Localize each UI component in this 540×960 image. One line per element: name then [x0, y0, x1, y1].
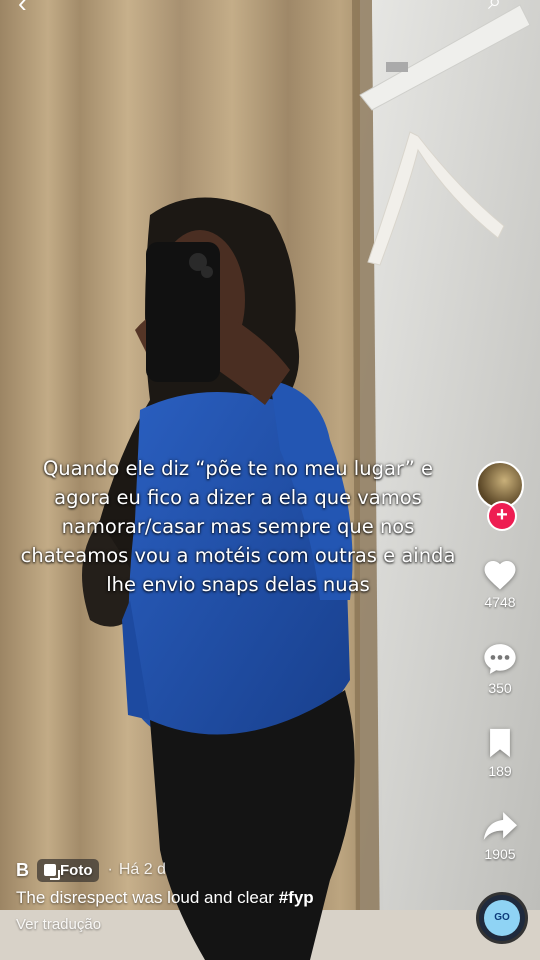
like-count: 4748: [484, 594, 516, 610]
creator-avatar[interactable]: [476, 461, 524, 509]
post-description: The disrespect was loud and clear #fyp: [16, 888, 456, 908]
search-icon[interactable]: ⌕: [488, 0, 501, 16]
comment-button[interactable]: 350: [460, 641, 540, 696]
photo-mode-badge[interactable]: Foto: [37, 858, 100, 882]
bookmark-icon: [490, 728, 510, 758]
share-button[interactable]: 1905: [460, 809, 540, 862]
share-arrow-icon: [483, 812, 517, 840]
heart-icon: [484, 561, 516, 590]
like-button[interactable]: 4748: [460, 557, 540, 610]
meta-separator: ·: [107, 861, 113, 878]
photo-mode-label: Foto: [60, 861, 93, 879]
save-button[interactable]: 189: [460, 726, 540, 779]
comment-count: 350: [488, 680, 512, 696]
see-translation-link[interactable]: Ver tradução: [16, 916, 456, 933]
back-icon[interactable]: ‹: [18, 0, 27, 19]
post-info: B Foto · Há 2 d The disrespect was loud …: [16, 856, 456, 933]
music-disc[interactable]: GO: [476, 892, 528, 944]
creator-avatar-group[interactable]: +: [476, 455, 528, 529]
follow-button[interactable]: +: [489, 503, 515, 529]
comment-icon: [484, 644, 516, 674]
hashtag-link[interactable]: #fyp: [279, 888, 314, 907]
save-count: 189: [488, 763, 512, 779]
post-overlay-text: Quando ele diz “põe te no meu lugar” e a…: [20, 457, 456, 596]
photo-post-screen: ‹ ⌕ Quando ele diz “põe te no meu lugar”…: [0, 0, 540, 960]
author-name[interactable]: B: [16, 860, 29, 881]
post-time: Há 2 d: [118, 861, 166, 878]
share-count: 1905: [484, 846, 516, 862]
photo-stack-icon: [44, 864, 60, 880]
description-text: The disrespect was loud and clear: [16, 888, 274, 907]
music-disc-label: GO: [484, 900, 520, 936]
